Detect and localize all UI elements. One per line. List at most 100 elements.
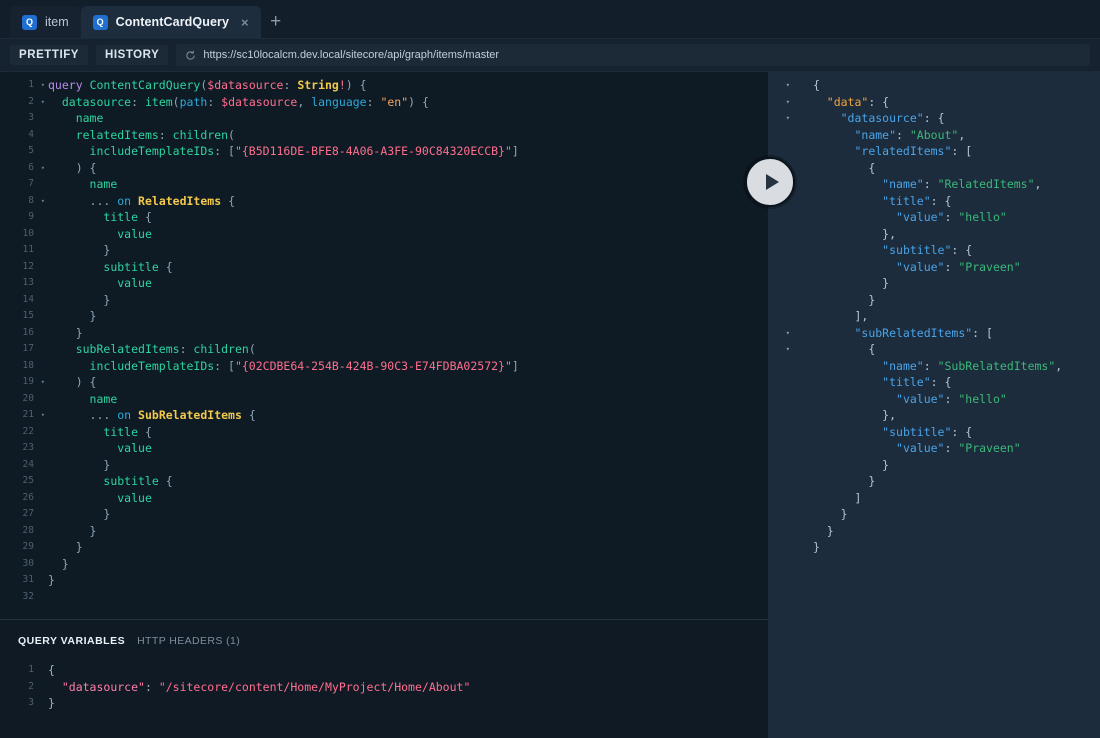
- token-punc: :: [896, 127, 910, 142]
- token-field: name: [89, 177, 118, 191]
- code-line: 11 }: [0, 242, 768, 259]
- close-icon[interactable]: ×: [241, 16, 249, 29]
- tab-query-variables[interactable]: QUERY VARIABLES: [18, 635, 125, 647]
- token-punc: :: [944, 259, 959, 274]
- reload-icon: [186, 50, 196, 60]
- fold-toggle-icon[interactable]: ▾: [36, 77, 45, 94]
- token-punc: }: [103, 292, 111, 307]
- variables-editor[interactable]: 1{2 "datasource": "/sitecore/content/Hom…: [0, 656, 768, 738]
- line-number: [768, 292, 796, 309]
- code-text: value: [38, 440, 152, 457]
- fold-toggle-icon[interactable]: ▾: [786, 77, 790, 94]
- history-button[interactable]: HISTORY: [96, 45, 169, 65]
- token-key: "datasource": [840, 111, 924, 125]
- fold-toggle-icon[interactable]: ▾: [36, 94, 45, 111]
- prettify-button[interactable]: PRETTIFY: [10, 45, 88, 65]
- line-number: 1 ▾: [0, 77, 45, 94]
- token-punc: }: [826, 523, 834, 538]
- token-punc: :: [158, 127, 173, 142]
- token-punc: :: [944, 391, 959, 406]
- tab-http-headers[interactable]: HTTP HEADERS (1): [137, 635, 240, 647]
- code-text: {: [38, 662, 55, 679]
- new-tab-button[interactable]: +: [261, 6, 291, 38]
- code-line: ▾ {: [768, 341, 1100, 358]
- code-text: value: [38, 490, 152, 507]
- endpoint-url-field[interactable]: https://sc10localcm.dev.local/sitecore/a…: [176, 44, 1090, 66]
- response-viewer[interactable]: ▾ {▾ "data": {▾ "datasource": { "name": …: [768, 72, 1100, 738]
- tab-contentcardquery[interactable]: Q ContentCardQuery ×: [80, 6, 261, 38]
- code-line: 1{: [0, 662, 768, 679]
- token-punc: }: [868, 292, 876, 307]
- code-line: 29 }: [0, 539, 768, 556]
- token-on: on: [117, 408, 132, 422]
- code-line: 2 "datasource": "/sitecore/content/Home/…: [0, 679, 768, 696]
- code-text: }: [38, 556, 69, 573]
- token-var: $datasource: [207, 78, 284, 92]
- toolbar: PRETTIFY HISTORY https://sc10localcm.dev…: [0, 39, 1100, 72]
- token-str: "SubRelatedItems": [937, 358, 1056, 373]
- token-punc: :: [283, 78, 298, 92]
- code-text: }: [38, 292, 110, 309]
- line-number: ▾: [768, 325, 796, 342]
- fold-toggle-icon[interactable]: ▾: [36, 374, 45, 391]
- token-punc: {: [868, 342, 876, 356]
- token-punc: :: [944, 441, 959, 455]
- code-text: }: [38, 242, 110, 259]
- line-number: 17: [22, 343, 34, 354]
- token-str: "hello": [958, 391, 1007, 406]
- query-editor[interactable]: 1 ▾ query ContentCardQuery($datasource: St…: [0, 72, 768, 619]
- line-number: ▾: [768, 94, 796, 111]
- code-line: 15 }: [0, 308, 768, 325]
- code-text: }: [38, 695, 55, 712]
- execute-query-button[interactable]: [745, 157, 795, 207]
- line-number: [768, 490, 796, 507]
- line-number: 3: [28, 112, 34, 123]
- token-punc: ,: [1034, 177, 1042, 191]
- token-punc: ,: [958, 127, 966, 142]
- code-text: "subRelatedItems": [: [796, 325, 992, 342]
- code-text: "datasource": {: [796, 110, 945, 127]
- line-number: [768, 424, 796, 441]
- code-line: 4 relatedItems: children(: [0, 127, 768, 144]
- token-key: "value": [896, 441, 945, 455]
- line-number: 12: [22, 260, 34, 272]
- token-punc: ]: [854, 490, 862, 505]
- line-number: 25: [22, 475, 34, 486]
- code-line: }: [768, 539, 1100, 556]
- fold-toggle-icon[interactable]: ▾: [786, 325, 790, 342]
- fold-toggle-icon[interactable]: ▾: [786, 94, 790, 111]
- line-number: 4: [28, 128, 34, 140]
- tab-item[interactable]: Q item: [10, 6, 81, 38]
- token-punc: }: [812, 540, 820, 554]
- code-line: 1 ▾ query ContentCardQuery($datasource: St…: [0, 77, 768, 94]
- line-number: [768, 440, 796, 457]
- token-punc: }: [840, 507, 848, 521]
- token-str: "Praveen": [958, 259, 1021, 274]
- fold-toggle-icon[interactable]: ▾: [36, 160, 45, 177]
- token-punc: :: [923, 177, 938, 191]
- line-number: [768, 259, 796, 276]
- fold-toggle-icon[interactable]: ▾: [36, 193, 45, 210]
- token-punc: {: [221, 193, 235, 208]
- code-text: "subtitle": {: [796, 424, 972, 441]
- code-line: },: [768, 226, 1100, 243]
- code-text: "value": "hello": [796, 391, 1007, 408]
- fold-toggle-icon[interactable]: ▾: [786, 110, 790, 127]
- code-line: 22 title {: [0, 424, 768, 441]
- fold-toggle-icon[interactable]: ▾: [36, 407, 45, 424]
- token-pstr: "{B5D116DE-BFE8-4A06-A3FE-90C84320ECCB}": [234, 144, 512, 158]
- line-number: [768, 127, 796, 144]
- code-line: }: [768, 506, 1100, 523]
- code-text: }: [796, 292, 875, 309]
- fold-toggle-icon[interactable]: ▾: [786, 341, 790, 358]
- line-number: [768, 523, 796, 540]
- token-frag: RelatedItems: [138, 193, 222, 208]
- token-punc: :: [366, 94, 381, 109]
- code-text: subtitle {: [38, 473, 172, 490]
- token-punc: {: [158, 259, 173, 274]
- code-text: }: [38, 325, 83, 342]
- graphql-query-icon: Q: [22, 14, 37, 30]
- code-line: }: [768, 457, 1100, 474]
- code-line: 5 includeTemplateIDs: ["{B5D116DE-BFE8-4…: [0, 143, 768, 160]
- line-number: ▾: [768, 110, 796, 127]
